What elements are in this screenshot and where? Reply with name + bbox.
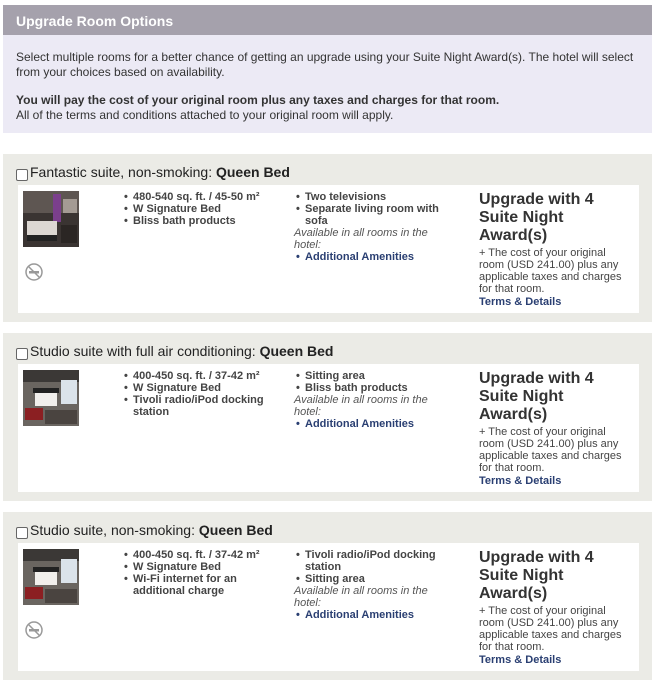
cost-note: + The cost of your original room (USD 24… [479,605,622,653]
room-bed: Queen Bed [259,343,334,359]
availability-note: Available in all rooms in the hotel: [294,585,428,609]
room-select-checkbox[interactable] [16,348,28,360]
feature-item: Sitting area [294,370,454,382]
room-name: Studio suite with full air conditioning: [30,343,260,359]
intro-cost-note: You will pay the cost of your original r… [16,93,500,107]
room-name: Studio suite, non-smoking: [30,522,199,538]
room-bed: Queen Bed [215,164,290,180]
feature-item: Tivoli radio/iPod docking station [294,549,454,573]
feature-item: 400-450 sq. ft. / 37-42 m² [122,549,282,561]
additional-amenities-link[interactable]: Additional Amenities [294,251,454,263]
room-photo[interactable] [23,191,79,247]
room-photo[interactable] [23,549,79,605]
intro-panel: Select multiple rooms for a better chanc… [3,35,652,133]
room-option: Studio suite, non-smoking: Queen Bed 400… [3,512,652,680]
no-smoking-icon [25,263,43,281]
room-card: 400-450 sq. ft. / 37-42 m² W Signature B… [18,364,639,492]
room-option: Fantastic suite, non-smoking: Queen Bed … [3,154,652,322]
room-title: Studio suite with full air conditioning:… [30,343,333,359]
room-option: Studio suite with full air conditioning:… [3,333,652,501]
section-title: Upgrade Room Options [16,13,174,29]
room-features-primary: 400-450 sq. ft. / 37-42 m² W Signature B… [122,370,282,418]
availability-note: Available in all rooms in the hotel: [294,227,428,251]
feature-item: Bliss bath products [294,382,454,394]
feature-item: 400-450 sq. ft. / 37-42 m² [122,370,282,382]
room-photo[interactable] [23,370,79,426]
feature-item: W Signature Bed [122,382,282,394]
room-features-secondary: Tivoli radio/iPod docking station Sittin… [294,549,454,621]
terms-link[interactable]: Terms & Details [479,654,629,666]
feature-item: Tivoli radio/iPod docking station [122,394,282,418]
room-features-secondary: Sitting area Bliss bath products Availab… [294,370,454,430]
room-name: Fantastic suite, non-smoking: [30,164,216,180]
cost-note: + The cost of your original room (USD 24… [479,247,622,295]
intro-text: Select multiple rooms for a better chanc… [16,50,634,79]
feature-item: W Signature Bed [122,203,282,215]
room-select-checkbox[interactable] [16,169,28,181]
room-features-secondary: Two televisions Separate living room wit… [294,191,454,263]
cost-note: + The cost of your original room (USD 24… [479,426,622,474]
room-card: 480-540 sq. ft. / 45-50 m² W Signature B… [18,185,639,313]
terms-link[interactable]: Terms & Details [479,296,629,308]
terms-link[interactable]: Terms & Details [479,475,629,487]
room-bed: Queen Bed [198,522,273,538]
feature-item: 480-540 sq. ft. / 45-50 m² [122,191,282,203]
room-card: 400-450 sq. ft. / 37-42 m² W Signature B… [18,543,639,671]
intro-terms-note: All of the terms and conditions attached… [16,108,394,122]
room-features-primary: 480-540 sq. ft. / 45-50 m² W Signature B… [122,191,282,227]
feature-item: Bliss bath products [122,215,282,227]
upgrade-info: Upgrade with 4 Suite Night Award(s) + Th… [479,549,629,666]
availability-note: Available in all rooms in the hotel: [294,394,428,418]
upgrade-title: Upgrade with 4 Suite Night Award(s) [479,191,594,244]
upgrade-info: Upgrade with 4 Suite Night Award(s) + Th… [479,370,629,487]
room-features-primary: 400-450 sq. ft. / 37-42 m² W Signature B… [122,549,282,597]
feature-item: Two televisions [294,191,454,203]
room-select-checkbox[interactable] [16,527,28,539]
room-title: Fantastic suite, non-smoking: Queen Bed [30,164,290,180]
section-header: Upgrade Room Options [3,5,652,35]
additional-amenities-link[interactable]: Additional Amenities [294,609,454,621]
upgrade-title: Upgrade with 4 Suite Night Award(s) [479,549,594,602]
additional-amenities-link[interactable]: Additional Amenities [294,418,454,430]
no-smoking-icon [25,621,43,639]
feature-item: Separate living room with sofa [294,203,454,227]
upgrade-info: Upgrade with 4 Suite Night Award(s) + Th… [479,191,629,308]
room-title: Studio suite, non-smoking: Queen Bed [30,522,273,538]
feature-item: Wi-Fi internet for an additional charge [122,573,282,597]
feature-item: W Signature Bed [122,561,282,573]
upgrade-title: Upgrade with 4 Suite Night Award(s) [479,370,594,423]
feature-item: Sitting area [294,573,454,585]
